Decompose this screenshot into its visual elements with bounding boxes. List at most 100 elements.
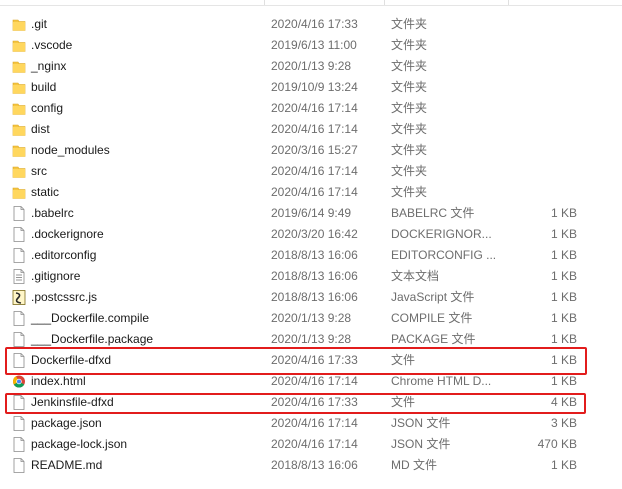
file-row[interactable]: dist 2020/4/16 17:14 文件夹 xyxy=(0,119,622,140)
file-row[interactable]: .dockerignore 2020/3/20 16:42 DOCKERIGNOR.… xyxy=(0,224,622,245)
file-size: 1 KB xyxy=(550,458,577,472)
file-row[interactable]: _nginx 2020/1/13 9:28 文件夹 xyxy=(0,56,622,77)
file-modified-date: 2019/6/14 9:49 xyxy=(271,206,352,220)
file-icon xyxy=(12,458,26,473)
file-type: 文件夹 xyxy=(391,122,428,136)
file-modified-date: 2019/10/9 13:24 xyxy=(271,80,358,94)
highlight-box-jenkinsfile-dfxd xyxy=(5,393,586,414)
file-row[interactable]: .editorconfig 2018/8/13 16:06 EDITORCONFIG… xyxy=(0,245,622,266)
file-icon xyxy=(12,206,26,221)
file-size: 1 KB xyxy=(550,290,577,304)
folder-icon xyxy=(12,101,26,116)
javascript-file-icon xyxy=(12,290,26,305)
file-modified-date: 2020/4/16 17:14 xyxy=(271,101,358,115)
folder-icon xyxy=(12,143,26,158)
file-name: .vscode xyxy=(31,38,73,52)
file-name: .gitignore xyxy=(31,269,81,283)
column-divider[interactable] xyxy=(508,0,509,5)
file-row[interactable]: .babelrc 2019/6/14 9:49 BABELRC 文件 1 KB xyxy=(0,203,622,224)
file-name: build xyxy=(31,80,57,94)
file-modified-date: 2020/3/16 15:27 xyxy=(271,143,358,157)
file-size: 1 KB xyxy=(550,248,577,262)
file-modified-date: 2019/6/13 11:00 xyxy=(271,38,357,52)
file-type: 文件夹 xyxy=(391,59,428,73)
file-name: src xyxy=(31,164,47,178)
file-name: dist xyxy=(31,122,50,136)
file-row[interactable]: .vscode 2019/6/13 11:00 文件夹 xyxy=(0,35,622,56)
file-type: 文件夹 xyxy=(391,101,428,115)
file-type: 文件夹 xyxy=(391,80,428,94)
file-name: README.md xyxy=(31,458,103,472)
folder-icon xyxy=(12,38,26,53)
file-row[interactable]: ___Dockerfile.compile 2020/1/13 9:28 COMPI… xyxy=(0,308,622,329)
file-modified-date: 2018/8/13 16:06 xyxy=(271,290,358,304)
file-icon xyxy=(12,311,26,326)
file-modified-date: 2020/4/16 17:14 xyxy=(271,437,358,451)
file-modified-date: 2020/4/16 17:14 xyxy=(271,416,358,430)
folder-icon xyxy=(12,164,26,179)
file-name: _nginx xyxy=(31,59,67,73)
file-row[interactable]: package.json 2020/4/16 17:14 JSON 文件 3 KB xyxy=(0,413,622,434)
chrome-icon xyxy=(12,374,26,389)
file-type: MD 文件 xyxy=(391,458,437,472)
column-header-bar xyxy=(0,0,622,6)
file-modified-date: 2020/3/20 16:42 xyxy=(271,227,358,241)
file-type: COMPILE 文件 xyxy=(391,311,473,325)
file-icon xyxy=(12,332,26,347)
file-type: 文件夹 xyxy=(391,38,428,52)
column-divider[interactable] xyxy=(264,0,265,5)
highlight-box-dockerfile-dfxd xyxy=(5,347,587,375)
file-row[interactable]: README.md 2018/8/13 16:06 MD 文件 1 KB xyxy=(0,455,622,476)
file-type: 文件夹 xyxy=(391,164,428,178)
file-name: package-lock.json xyxy=(31,437,128,451)
file-row[interactable]: config 2020/4/16 17:14 文件夹 xyxy=(0,98,622,119)
folder-icon xyxy=(12,59,26,74)
file-row[interactable]: build 2019/10/9 13:24 文件夹 xyxy=(0,77,622,98)
file-row[interactable]: package-lock.json 2020/4/16 17:14 JSON 文件 4… xyxy=(0,434,622,455)
file-modified-date: 2018/8/13 16:06 xyxy=(271,269,358,283)
file-size: 1 KB xyxy=(550,227,577,241)
file-modified-date: 2020/4/16 17:14 xyxy=(271,122,358,136)
file-name: .babelrc xyxy=(31,206,74,220)
file-name: .postcssrc.js xyxy=(31,290,98,304)
column-divider[interactable] xyxy=(384,0,385,5)
file-modified-date: 2020/4/16 17:14 xyxy=(271,185,358,199)
file-icon xyxy=(12,248,26,263)
file-name: .git xyxy=(31,17,48,31)
file-name: .editorconfig xyxy=(31,248,97,262)
file-size: 470 KB xyxy=(537,437,577,451)
file-modified-date: 2018/8/13 16:06 xyxy=(271,458,358,472)
file-size: 1 KB xyxy=(550,206,577,220)
file-type: 文件夹 xyxy=(391,143,428,157)
file-type: 文件夹 xyxy=(391,185,428,199)
file-row[interactable]: static 2020/4/16 17:14 文件夹 xyxy=(0,182,622,203)
file-name: .dockerignore xyxy=(31,227,104,241)
file-row[interactable]: .gitignore 2018/8/13 16:06 文本文档 1 KB xyxy=(0,266,622,287)
file-name: node_modules xyxy=(31,143,110,157)
file-size: 1 KB xyxy=(550,311,577,325)
file-row[interactable]: .git 2020/4/16 17:33 文件夹 xyxy=(0,14,622,35)
file-name: static xyxy=(31,185,60,199)
file-type: JSON 文件 xyxy=(391,437,451,451)
file-row[interactable]: node_modules 2020/3/16 15:27 文件夹 xyxy=(0,140,622,161)
file-icon xyxy=(12,227,26,242)
file-type: JavaScript 文件 xyxy=(391,290,475,304)
file-name: package.json xyxy=(31,416,102,430)
folder-icon xyxy=(12,122,26,137)
file-row[interactable]: src 2020/4/16 17:14 文件夹 xyxy=(0,161,622,182)
file-type: DOCKERIGNOR... xyxy=(391,227,492,241)
file-type: JSON 文件 xyxy=(391,416,451,430)
file-type: EDITORCONFIG ... xyxy=(391,248,497,262)
file-modified-date: 2020/4/16 17:33 xyxy=(271,17,358,31)
file-icon xyxy=(12,437,26,452)
file-modified-date: 2018/8/13 16:06 xyxy=(271,248,358,262)
file-modified-date: 2020/4/16 17:14 xyxy=(271,164,358,178)
file-type: BABELRC 文件 xyxy=(391,206,475,220)
folder-icon xyxy=(12,17,26,32)
file-icon xyxy=(12,416,26,431)
file-name: config xyxy=(31,101,64,115)
file-modified-date: 2020/1/13 9:28 xyxy=(271,59,352,73)
file-name: ___Dockerfile.compile xyxy=(31,311,150,325)
file-type: 文本文档 xyxy=(391,269,440,283)
file-row[interactable]: .postcssrc.js 2018/8/13 16:06 JavaScript 文… xyxy=(0,287,622,308)
